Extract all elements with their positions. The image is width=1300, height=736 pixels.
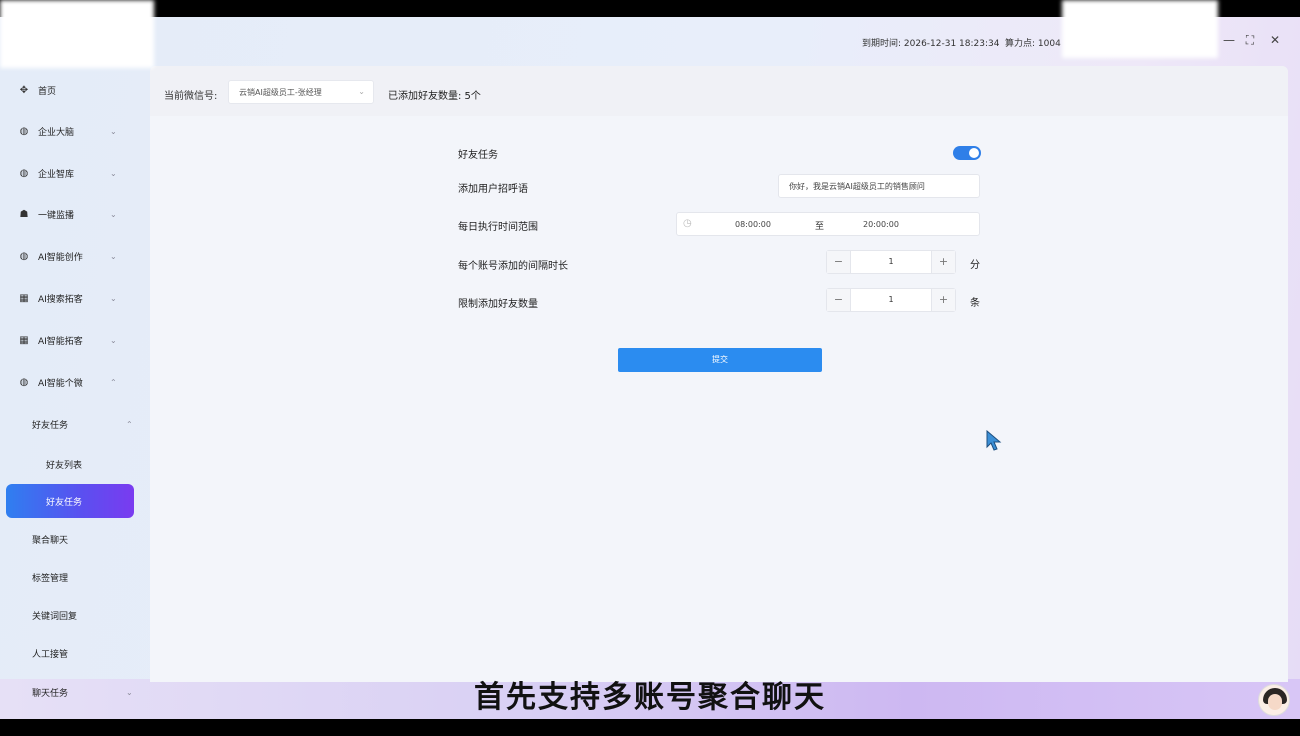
submit-button[interactable]: 提交 bbox=[618, 348, 822, 372]
decrement-button[interactable]: − bbox=[827, 289, 851, 311]
sidebar-item-label: 首页 bbox=[38, 86, 57, 97]
limit-stepper[interactable]: − 1 + bbox=[826, 288, 956, 312]
sidebar-item-live-monitor[interactable]: ☗ 一键监播 ⌄ bbox=[0, 204, 140, 224]
sidebar-item-label: 企业大脑 bbox=[38, 127, 75, 138]
wechat-icon: ◍ bbox=[19, 376, 29, 388]
sidebar-item-keyword-reply[interactable]: 关键词回复 bbox=[0, 605, 140, 625]
grid-icon: ▦ bbox=[19, 292, 29, 304]
sidebar-group-label: 好友任务 bbox=[32, 420, 69, 431]
compute-points: 算力点: 1004 bbox=[1005, 39, 1061, 49]
redacted-account-area bbox=[1062, 0, 1218, 58]
friend-task-label: 好友任务 bbox=[458, 150, 498, 161]
toggle-knob bbox=[969, 148, 979, 158]
sidebar-item-friend-task-active[interactable]: 好友任务 bbox=[6, 484, 134, 518]
chevron-down-icon: ⌄ bbox=[110, 168, 117, 178]
chevron-up-icon: ⌃ bbox=[126, 419, 133, 429]
sidebar-item-enterprise-library[interactable]: ◍ 企业智库 ⌄ bbox=[0, 163, 140, 183]
sidebar-item-manual-takeover[interactable]: 人工接管 bbox=[0, 643, 140, 663]
sidebar-item-label: 标签管理 bbox=[32, 573, 69, 584]
sidebar-item-label: 一键监播 bbox=[38, 210, 75, 221]
sidebar-item-ai-create[interactable]: ◍ AI智能创作 ⌄ bbox=[0, 246, 140, 266]
chevron-down-icon: ⌄ bbox=[358, 87, 365, 96]
time-range-picker[interactable]: ◷ 08:00:00 至 20:00:00 bbox=[676, 212, 980, 236]
chevron-up-icon: ⌃ bbox=[110, 377, 117, 387]
close-button[interactable]: ✕ bbox=[1268, 33, 1282, 47]
sidebar-item-ai-personal-wechat[interactable]: ◍ AI智能个微 ⌃ bbox=[0, 372, 140, 392]
account-select-value: 云销AI超级员工-张经理 bbox=[239, 88, 322, 97]
grid-icon: ▦ bbox=[19, 334, 29, 346]
sidebar-item-tag-management[interactable]: 标签管理 bbox=[0, 567, 140, 587]
sidebar-item-label: 好友列表 bbox=[46, 460, 83, 471]
presenter-avatar bbox=[1258, 684, 1290, 716]
sidebar-item-home[interactable]: ✥ 首页 bbox=[0, 80, 140, 100]
sidebar-group-friend-task[interactable]: 好友任务 ⌃ bbox=[0, 414, 140, 434]
chevron-down-icon: ⌄ bbox=[110, 209, 117, 219]
account-label: 当前微信号: bbox=[164, 91, 218, 102]
minimize-button[interactable]: — bbox=[1222, 33, 1236, 47]
create-icon: ◍ bbox=[19, 250, 29, 262]
brain-icon: ◍ bbox=[19, 125, 29, 137]
time-end[interactable]: 20:00:00 bbox=[863, 220, 899, 229]
greeting-input[interactable]: 你好，我是云销AI超级员工的销售顾问 bbox=[778, 174, 980, 198]
broadcast-icon: ☗ bbox=[19, 208, 29, 220]
time-start[interactable]: 08:00:00 bbox=[735, 220, 771, 229]
mouse-cursor-icon bbox=[986, 430, 1002, 451]
limit-label: 限制添加好友数量 bbox=[458, 299, 538, 310]
time-range-label: 每日执行时间范围 bbox=[458, 222, 538, 233]
main-content: 当前微信号: 云销AI超级员工-张经理 ⌄ 已添加好友数量: 5个 好友任务 添… bbox=[150, 66, 1288, 682]
interval-stepper[interactable]: − 1 + bbox=[826, 250, 956, 274]
time-separator: 至 bbox=[815, 222, 825, 232]
sidebar-item-friend-list[interactable]: 好友列表 bbox=[0, 454, 140, 474]
sidebar-item-label: AI智能拓客 bbox=[38, 336, 83, 347]
limit-unit: 条 bbox=[970, 298, 980, 309]
interval-value[interactable]: 1 bbox=[851, 257, 931, 266]
decrement-button[interactable]: − bbox=[827, 251, 851, 273]
sidebar-item-label: AI搜索拓客 bbox=[38, 294, 83, 305]
friend-task-toggle[interactable] bbox=[953, 146, 981, 160]
maximize-button[interactable]: ⛶ bbox=[1243, 33, 1257, 47]
sidebar-item-label: 人工接管 bbox=[32, 649, 69, 660]
chevron-down-icon: ⌄ bbox=[110, 126, 117, 136]
account-select[interactable]: 云销AI超级员工-张经理 ⌄ bbox=[228, 80, 374, 104]
redacted-logo-area bbox=[0, 0, 154, 68]
sidebar-item-label: 企业智库 bbox=[38, 169, 75, 180]
sidebar-item-ai-smart-leads[interactable]: ▦ AI智能拓客 ⌄ bbox=[0, 330, 140, 350]
home-icon: ✥ bbox=[19, 84, 29, 96]
expire-time: 到期时间: 2026-12-31 18:23:34 bbox=[862, 39, 1000, 49]
sidebar: ✥ 首页 ◍ 企业大脑 ⌄ ◍ 企业智库 ⌄ ☗ 一键监播 ⌄ ◍ AI智能创作… bbox=[0, 70, 150, 720]
interval-label: 每个账号添加的间隔时长 bbox=[458, 261, 568, 272]
increment-button[interactable]: + bbox=[931, 251, 955, 273]
sidebar-item-label: 关键词回复 bbox=[32, 611, 78, 622]
video-caption: 首先支持多账号聚合聊天 bbox=[474, 680, 826, 715]
avatar-face bbox=[1268, 694, 1282, 710]
interval-unit: 分 bbox=[970, 260, 980, 271]
friend-count: 已添加好友数量: 5个 bbox=[388, 91, 481, 102]
library-icon: ◍ bbox=[19, 167, 29, 179]
sidebar-item-enterprise-brain[interactable]: ◍ 企业大脑 ⌄ bbox=[0, 121, 140, 141]
sidebar-item-aggregate-chat[interactable]: 聚合聊天 bbox=[0, 529, 140, 549]
sidebar-item-label: AI智能创作 bbox=[38, 252, 83, 263]
limit-value[interactable]: 1 bbox=[851, 295, 931, 304]
chevron-down-icon: ⌄ bbox=[110, 293, 117, 303]
chevron-down-icon: ⌄ bbox=[110, 335, 117, 345]
sidebar-item-label: 好友任务 bbox=[46, 497, 83, 508]
chevron-down-icon: ⌄ bbox=[110, 251, 117, 261]
sidebar-item-label: 聚合聊天 bbox=[32, 535, 69, 546]
sidebar-item-label: AI智能个微 bbox=[38, 378, 83, 389]
greeting-label: 添加用户招呼语 bbox=[458, 184, 528, 195]
account-bar: 当前微信号: 云销AI超级员工-张经理 ⌄ 已添加好友数量: 5个 bbox=[150, 66, 1288, 116]
increment-button[interactable]: + bbox=[931, 289, 955, 311]
clock-icon: ◷ bbox=[683, 218, 692, 229]
sidebar-item-ai-search-leads[interactable]: ▦ AI搜索拓客 ⌄ bbox=[0, 288, 140, 308]
